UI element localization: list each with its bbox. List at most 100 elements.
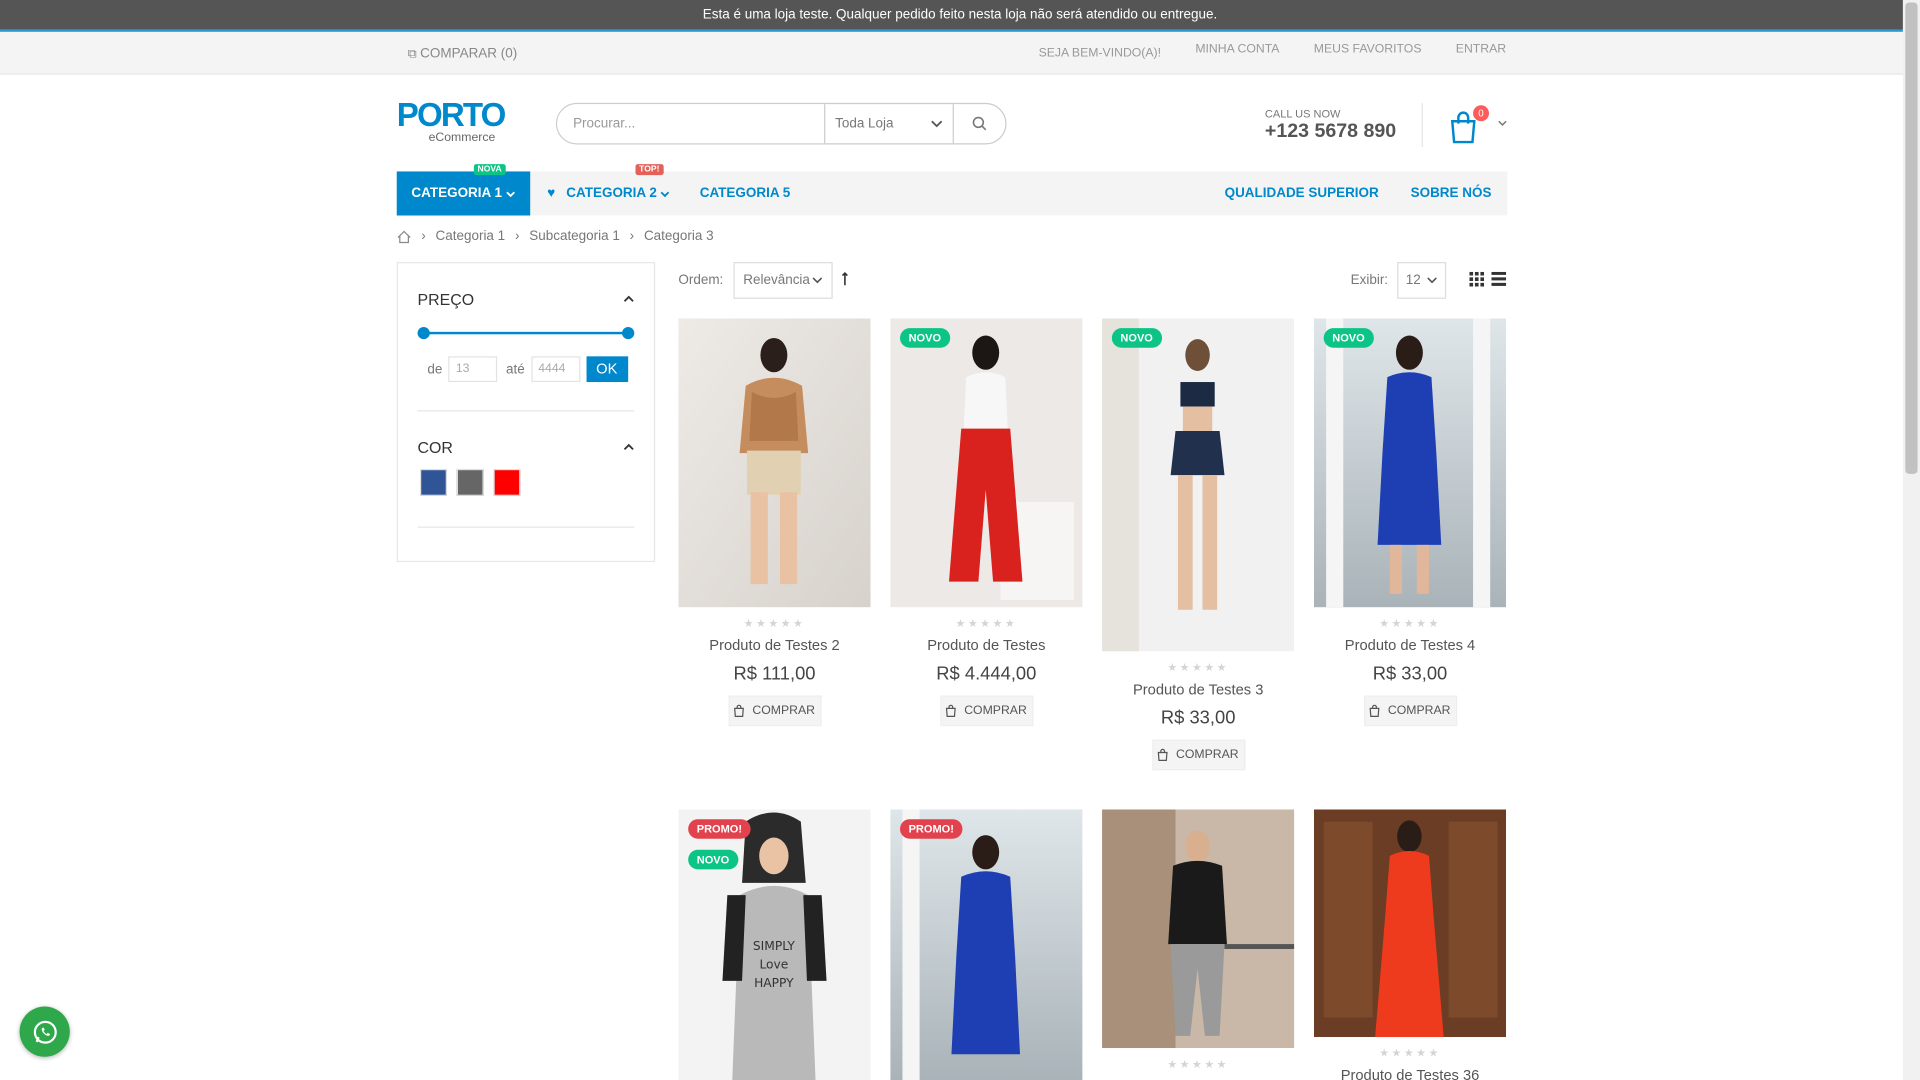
search-input[interactable] [557, 104, 825, 144]
product-image[interactable]: PROMO! [890, 809, 1083, 1080]
whatsapp-button[interactable] [19, 1006, 70, 1057]
label-promo: PROMO! [688, 819, 751, 839]
color-swatch-blue[interactable] [420, 468, 447, 496]
product-photo [678, 318, 871, 608]
store-notice-bar: Esta é uma loja teste. Qualquer pedido f… [0, 0, 1920, 32]
label-new: NOVO [900, 328, 950, 348]
chevron-down-icon [812, 277, 823, 284]
color-swatch-gray[interactable] [456, 468, 484, 496]
chevron-down-icon [931, 120, 943, 128]
breadcrumb-separator: › [629, 228, 635, 244]
buy-button[interactable]: COMPRAR [1151, 739, 1245, 771]
chevron-up-icon[interactable] [623, 295, 634, 302]
search-button[interactable] [954, 104, 1005, 143]
product-image[interactable] [678, 318, 871, 608]
product-card: SIMPLY Love HAPPY PROMO! NOVO [678, 809, 871, 1080]
product-photo [1313, 318, 1507, 608]
breadcrumb-item[interactable]: Categoria 1 [436, 229, 506, 244]
product-photo [890, 809, 1083, 1080]
buy-button[interactable]: COMPRAR [1363, 695, 1457, 727]
nav-item-categoria-2[interactable]: ♥ CATEGORIA 2 TOP! [530, 164, 685, 215]
product-name[interactable]: Produto de Testes [890, 637, 1082, 654]
product-image[interactable]: NOVO [1313, 318, 1507, 608]
breadcrumb: › Categoria 1 › Subcategoria 1 › Categor… [397, 229, 714, 244]
product-photo [1313, 809, 1507, 1038]
call-us: CALL US NOW +123 5678 890 [1265, 108, 1396, 144]
home-icon[interactable] [397, 229, 412, 243]
price-range-track [422, 331, 630, 335]
breadcrumb-separator: › [514, 228, 520, 244]
my-favorites-link[interactable]: MEUS FAVORITOS [1314, 43, 1422, 60]
search-scope-select[interactable]: Toda Loja [824, 104, 954, 144]
page-scrollbar[interactable] [1902, 0, 1920, 1080]
svg-text:Love: Love [759, 958, 788, 972]
call-label: CALL US NOW [1264, 107, 1341, 121]
color-swatch-red[interactable] [493, 468, 521, 496]
product-image[interactable]: NOVO [1102, 318, 1295, 652]
chevron-up-icon[interactable] [623, 443, 634, 451]
header: PORTO eCommerce Toda Loja CALL US NOW +1… [0, 75, 1920, 171]
price-max-handle[interactable] [622, 326, 635, 340]
logo-subtext: eCommerce [428, 131, 496, 145]
chevron-down-icon [506, 190, 515, 197]
rating-stars: ★★★★★ [1379, 617, 1441, 630]
product-image[interactable] [1313, 809, 1507, 1038]
label-promo: PROMO! [900, 819, 963, 839]
price-filter-title[interactable]: PREÇO [418, 290, 635, 308]
product-image[interactable] [1102, 809, 1295, 1049]
grid-view-icon[interactable] [1469, 271, 1485, 287]
store-notice-text: Esta é uma loja teste. Qualquer pedido f… [702, 7, 1218, 23]
color-filter: COR [398, 411, 654, 528]
product-card: PROMO! [890, 809, 1083, 1080]
sort-select[interactable]: Relevância [733, 262, 833, 299]
product-price: R$ 33,00 [1372, 663, 1448, 685]
price-filter: PREÇO de 13 até 4444 OK [398, 263, 654, 412]
my-account-link[interactable]: MINHA CONTA [1195, 43, 1279, 60]
product-name[interactable]: Produto de Testes 4 [1314, 637, 1506, 654]
price-from-input[interactable]: 13 [448, 356, 498, 383]
product-photo [890, 318, 1083, 608]
buy-button[interactable]: COMPRAR [727, 695, 822, 727]
sort-direction-icon[interactable] [841, 271, 848, 287]
product-name[interactable]: Produto de Testes 3 [1102, 681, 1294, 698]
chevron-down-icon[interactable] [1498, 120, 1508, 126]
show-count-select[interactable]: 12 [1397, 262, 1447, 299]
price-to-input[interactable]: 4444 [530, 356, 580, 383]
logo[interactable]: PORTO eCommerce [397, 99, 507, 145]
buy-button[interactable]: COMPRAR [939, 695, 1033, 727]
product-image[interactable]: SIMPLY Love HAPPY PROMO! NOVO [678, 809, 871, 1080]
breadcrumb-separator: › [421, 228, 426, 244]
nav-item-categoria-5[interactable]: CATEGORIA 5 [685, 171, 805, 215]
product-name[interactable]: Produto de Testes 2 [678, 637, 870, 654]
welcome-text: SEJA BEM-VINDO(A)! [1038, 46, 1162, 61]
nav-item-sobre-nos[interactable]: SOBRE NÓS [1395, 171, 1508, 215]
shopping-bag-icon [734, 704, 745, 717]
cart-button[interactable]: 0 [1449, 105, 1513, 147]
product-price: R$ 111,00 [733, 663, 816, 685]
price-min-handle[interactable] [417, 326, 430, 340]
nav-item-qualidade-superior[interactable]: QUALIDADE SUPERIOR [1209, 171, 1395, 215]
price-from-label: de [427, 361, 443, 377]
rating-stars: ★★★★★ [955, 617, 1018, 630]
rating-stars: ★★★★★ [1167, 1057, 1229, 1071]
nav-item-categoria-1[interactable]: CATEGORIA 1 NOVA [396, 164, 531, 216]
breadcrumb-item[interactable]: Subcategoria 1 [529, 229, 620, 244]
rating-stars: ★★★★★ [1379, 1046, 1441, 1060]
product-photo [1102, 318, 1295, 652]
product-card: NOVO ★★★★★ Produto de Testes R$ 4.444,00… [890, 318, 1083, 727]
login-link[interactable]: ENTRAR [1456, 43, 1506, 60]
color-filter-title[interactable]: COR [418, 438, 635, 456]
price-to-label: até [506, 361, 525, 377]
phone-number[interactable]: +123 5678 890 [1265, 121, 1396, 143]
compare-link[interactable]: ⧉ COMPARAR (0) [408, 47, 517, 62]
list-view-icon[interactable] [1491, 271, 1507, 287]
scrollbar-thumb[interactable] [1905, 2, 1918, 474]
product-name[interactable]: Produto de Testes 36 [1314, 1067, 1506, 1080]
show-label: Exibir: [1350, 273, 1389, 288]
top-bar: ⧉ COMPARAR (0) SEJA BEM-VINDO(A)! MINHA … [0, 31, 1920, 75]
product-image[interactable]: NOVO [890, 318, 1083, 608]
filter-sidebar: PREÇO de 13 até 4444 OK COR [396, 262, 656, 563]
svg-text:SIMPLY: SIMPLY [753, 939, 795, 953]
price-ok-button[interactable]: OK [585, 356, 628, 383]
color-swatches [418, 468, 635, 496]
